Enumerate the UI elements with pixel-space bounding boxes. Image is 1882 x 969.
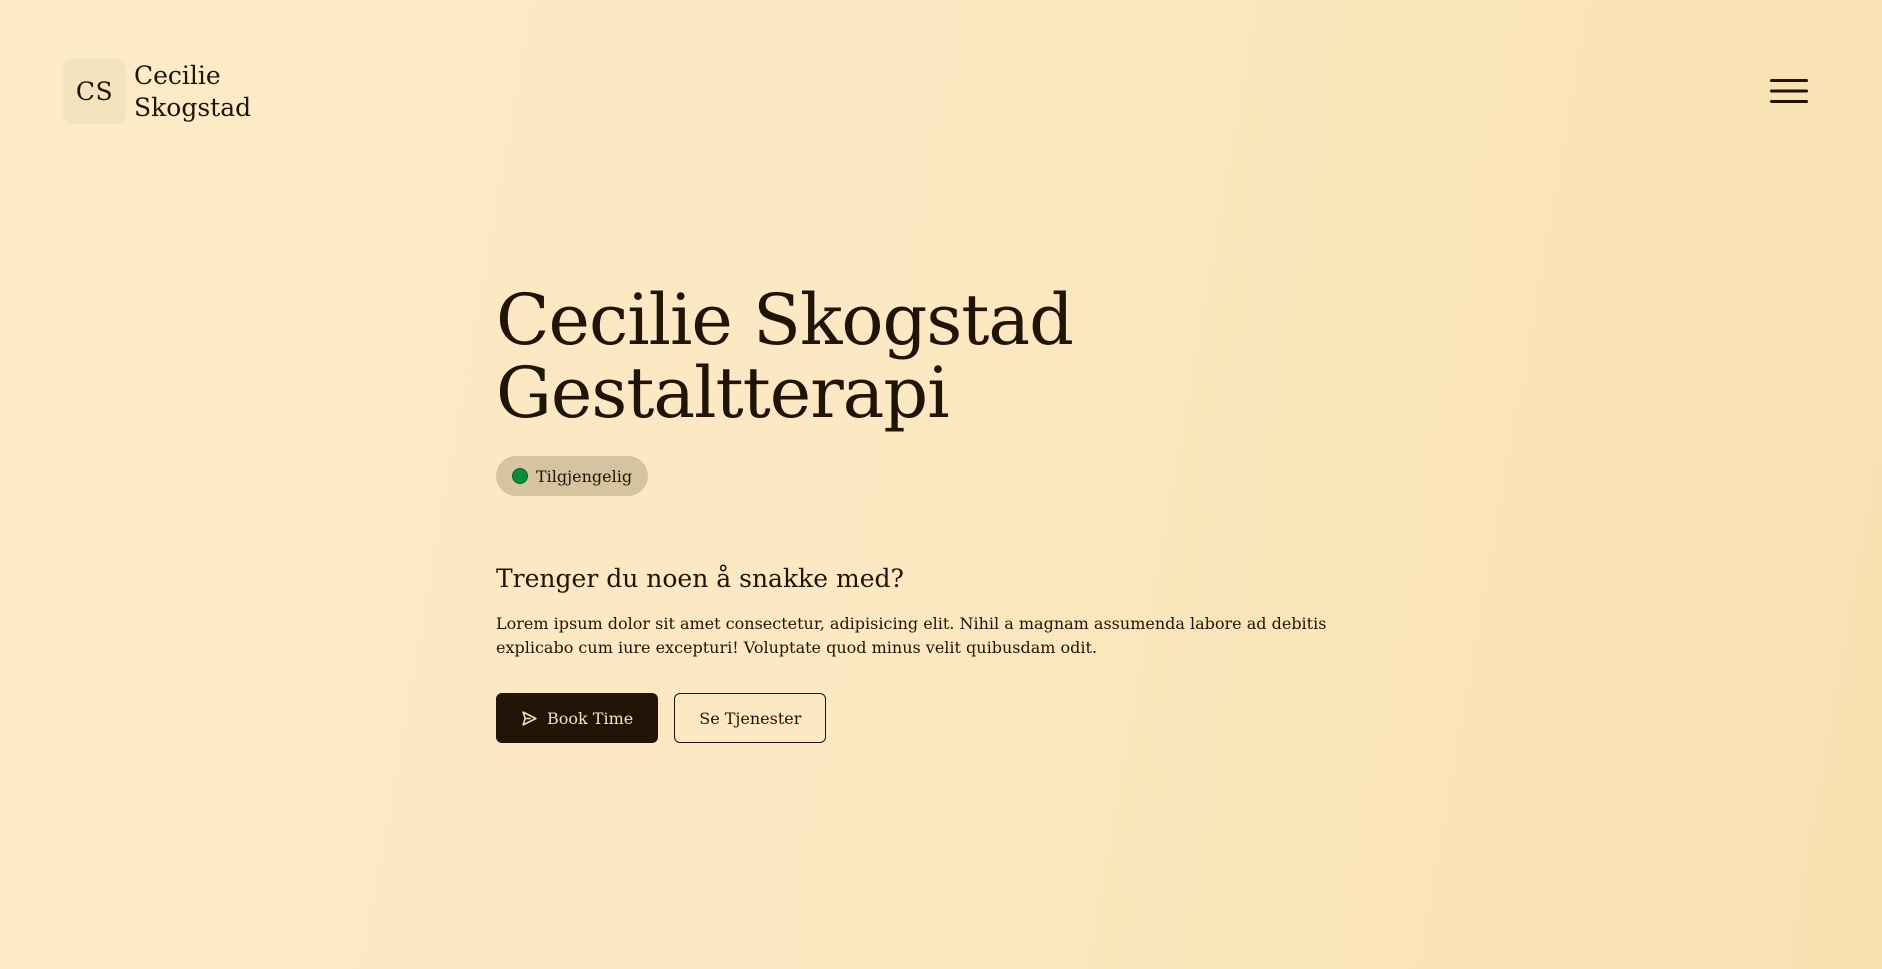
- book-time-label: Book Time: [547, 708, 634, 728]
- logo-name-first: Cecilie: [134, 60, 221, 90]
- logo-name-last: Skogstad: [134, 92, 252, 122]
- hero-description: Lorem ipsum dolor sit amet consectetur, …: [496, 614, 1327, 657]
- logo-name: Cecilie Skogstad: [134, 60, 251, 124]
- hero-title-line2: Gestaltterapi: [496, 352, 950, 434]
- book-time-button[interactable]: Book Time: [496, 693, 659, 743]
- logo-mark: CS: [63, 59, 126, 124]
- logo-home-link[interactable]: CS Cecilie Skogstad: [63, 59, 251, 124]
- hero-title-line1: Cecilie Skogstad: [496, 279, 1074, 361]
- send-icon: [521, 710, 538, 727]
- hero-actions: Book Time Se Tjenester: [496, 693, 1416, 743]
- menu-button[interactable]: [1770, 78, 1808, 104]
- view-services-button[interactable]: Se Tjenester: [674, 693, 827, 743]
- status-dot-icon: [512, 468, 528, 484]
- hamburger-menu-icon: [1770, 79, 1808, 103]
- status-badge: Tilgjengelig: [496, 456, 649, 496]
- view-services-label: Se Tjenester: [699, 708, 802, 728]
- hero-section: Cecilie Skogstad Gestaltterapi Tilgjenge…: [496, 284, 1416, 743]
- hero-subheading: Trenger du noen å snakke med?: [496, 564, 904, 593]
- status-label: Tilgjengelig: [536, 466, 633, 486]
- logo-initials: CS: [75, 77, 114, 106]
- hero-title: Cecilie Skogstad Gestaltterapi: [496, 284, 1416, 430]
